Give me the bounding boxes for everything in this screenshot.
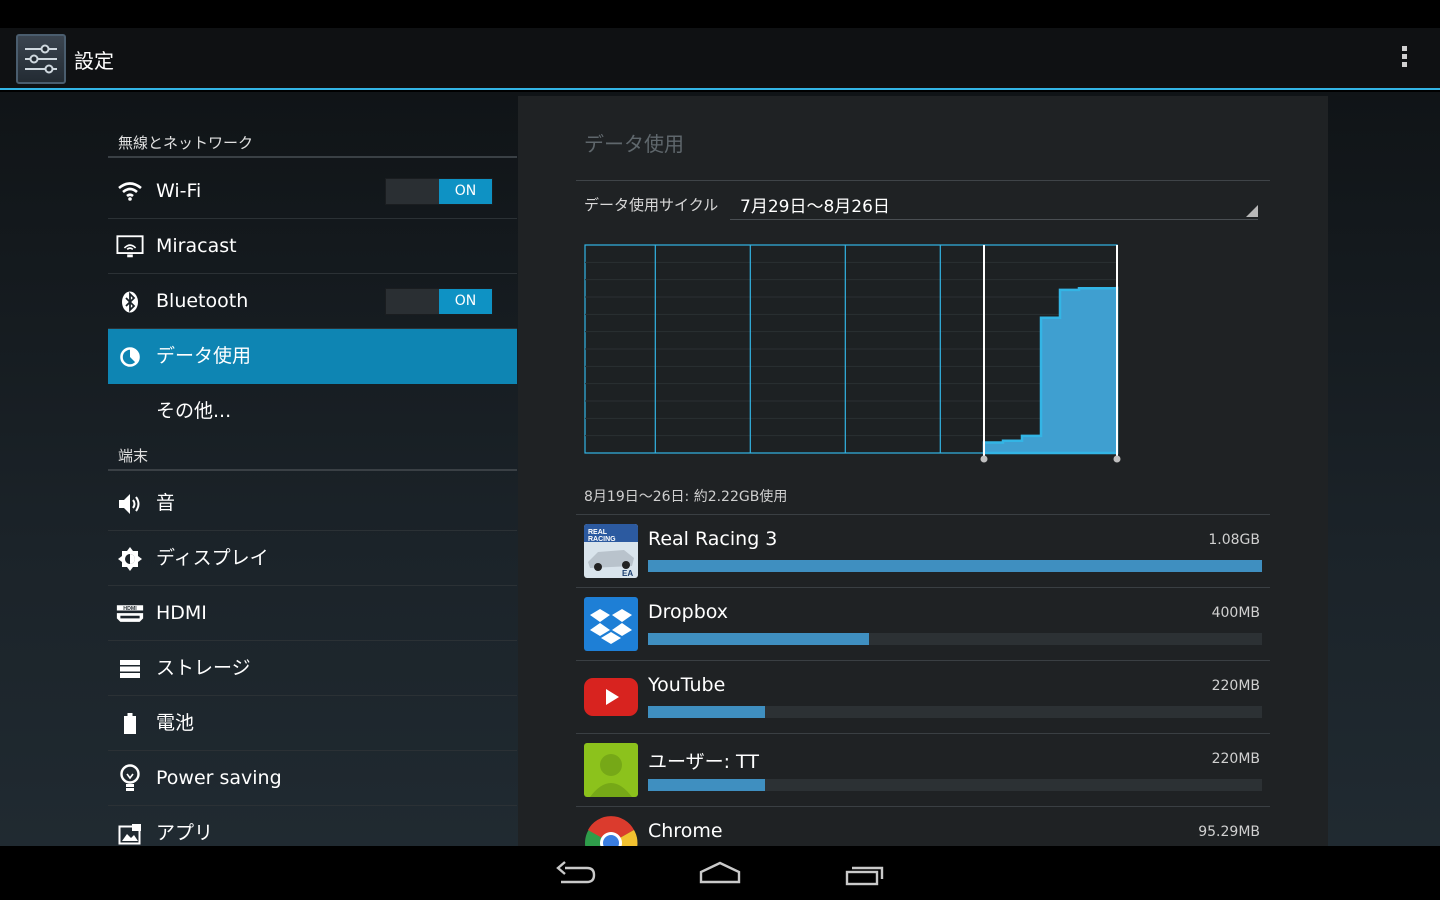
svg-text:HDMI: HDMI bbox=[123, 606, 137, 612]
home-icon[interactable] bbox=[695, 858, 745, 890]
navigation-bar bbox=[0, 846, 1440, 900]
app-title: 設定 bbox=[74, 49, 114, 73]
toggle-on-label: ON bbox=[439, 179, 492, 204]
data-usage-icon bbox=[116, 343, 144, 371]
svg-text:REAL: REAL bbox=[588, 529, 608, 536]
bluetooth-toggle[interactable]: ON bbox=[385, 288, 493, 315]
range-summary: 8月19日〜26日: 約2.22GB使用 bbox=[584, 489, 788, 505]
app-row-chrome[interactable]: Chrome 95.29MB bbox=[576, 806, 1270, 846]
miracast-icon bbox=[116, 233, 144, 261]
app-size: 220MB bbox=[1211, 751, 1260, 767]
hdmi-icon: HDMI bbox=[116, 600, 144, 628]
toggle-on-label: ON bbox=[439, 289, 492, 314]
sidebar-item-label: Power saving bbox=[156, 767, 282, 789]
usage-bar bbox=[648, 633, 1262, 645]
panel-title: データ使用 bbox=[584, 132, 684, 156]
data-usage-panel: データ使用 データ使用サイクル 7月29日〜8月26日 8月19日〜26日: 約… bbox=[518, 96, 1328, 846]
sidebar-item-storage[interactable]: ストレージ bbox=[108, 641, 517, 696]
back-icon[interactable] bbox=[551, 858, 601, 890]
sidebar-item-label: Wi-Fi bbox=[156, 180, 202, 202]
sidebar-item-bluetooth[interactable]: Bluetooth ON bbox=[108, 274, 517, 329]
app-name: Chrome bbox=[648, 820, 723, 842]
brightness-icon bbox=[116, 545, 144, 573]
usage-bar bbox=[648, 779, 1262, 791]
status-bar bbox=[0, 0, 1440, 28]
app-name: Real Racing 3 bbox=[648, 528, 778, 550]
sidebar-item-data-usage[interactable]: データ使用 bbox=[108, 329, 517, 384]
usage-chart[interactable] bbox=[584, 242, 1124, 467]
usage-bar-fill bbox=[648, 779, 765, 791]
sidebar-item-miracast[interactable]: Miracast bbox=[108, 219, 517, 274]
chrome-icon bbox=[584, 816, 638, 846]
bluetooth-icon bbox=[116, 288, 144, 316]
speaker-icon bbox=[116, 490, 144, 518]
wifi-toggle[interactable]: ON bbox=[385, 178, 493, 205]
user-icon bbox=[584, 743, 638, 797]
sidebar-item-wifi[interactable]: Wi-Fi ON bbox=[108, 164, 517, 219]
section-header-device: 端末 bbox=[108, 445, 517, 471]
range-start-handle bbox=[980, 455, 988, 463]
app-row-user[interactable]: ユーザー: TT 220MB bbox=[576, 733, 1270, 806]
app-size: 95.29MB bbox=[1198, 824, 1260, 840]
sidebar-item-display[interactable]: ディスプレイ bbox=[108, 531, 517, 586]
usage-bar bbox=[648, 560, 1262, 572]
storage-icon bbox=[116, 655, 144, 683]
cycle-label: データ使用サイクル bbox=[584, 196, 719, 214]
wifi-icon bbox=[116, 178, 144, 206]
svg-text:EA: EA bbox=[622, 569, 633, 578]
svg-text:RACING: RACING bbox=[588, 536, 616, 543]
usage-bar-fill bbox=[648, 706, 765, 718]
recent-apps-icon[interactable] bbox=[840, 858, 890, 890]
real-racing-icon: REAL RACING EA bbox=[584, 524, 638, 578]
settings-list: 無線とネットワーク Wi-Fi ON Miracast Bluetooth ON… bbox=[108, 92, 517, 846]
range-end-handle bbox=[1113, 455, 1121, 463]
sidebar-item-label: ストレージ bbox=[156, 657, 251, 679]
app-size: 220MB bbox=[1211, 678, 1260, 694]
spinner-arrow-icon bbox=[1246, 205, 1258, 217]
overflow-menu-icon[interactable] bbox=[1394, 46, 1414, 72]
sidebar-item-sound[interactable]: 音 bbox=[108, 476, 517, 531]
sidebar-item-label: 音 bbox=[156, 492, 176, 514]
usage-bar-fill bbox=[648, 560, 1262, 572]
sidebar-item-label: HDMI bbox=[156, 602, 207, 624]
section-header-wireless: 無線とネットワーク bbox=[108, 132, 517, 158]
divider bbox=[576, 180, 1270, 181]
action-bar: 設定 bbox=[0, 28, 1440, 90]
sidebar-item-label: データ使用 bbox=[156, 345, 252, 367]
sidebar-item-label: 電池 bbox=[156, 712, 195, 734]
app-name: YouTube bbox=[648, 674, 726, 696]
youtube-icon bbox=[584, 670, 638, 724]
content-area: 無線とネットワーク Wi-Fi ON Miracast Bluetooth ON… bbox=[0, 92, 1440, 846]
app-size: 1.08GB bbox=[1208, 532, 1260, 548]
dropbox-icon bbox=[584, 597, 638, 651]
usage-bar bbox=[648, 706, 1262, 718]
app-name: Dropbox bbox=[648, 601, 729, 623]
sidebar-item-label: Bluetooth bbox=[156, 290, 249, 312]
sidebar-item-apps[interactable]: アプリ bbox=[108, 806, 517, 846]
bulb-icon bbox=[116, 764, 144, 793]
sidebar-item-battery[interactable]: 電池 bbox=[108, 696, 517, 751]
usage-bar-fill bbox=[648, 633, 870, 645]
app-size: 400MB bbox=[1211, 605, 1260, 621]
sidebar-item-label: Miracast bbox=[156, 235, 237, 257]
app-row-youtube[interactable]: YouTube 220MB bbox=[576, 660, 1270, 733]
sidebar-item-label: ディスプレイ bbox=[156, 547, 269, 569]
sidebar-item-power-saving[interactable]: Power saving bbox=[108, 751, 517, 806]
app-row-real-racing[interactable]: REAL RACING EA Real Racing 3 1.08GB bbox=[576, 514, 1270, 587]
battery-icon bbox=[116, 710, 144, 738]
settings-sliders-icon[interactable] bbox=[16, 34, 66, 84]
sidebar-item-hdmi[interactable]: HDMI HDMI bbox=[108, 586, 517, 641]
cycle-value: 7月29日〜8月26日 bbox=[740, 197, 890, 217]
sidebar-item-label: アプリ bbox=[156, 822, 214, 844]
sidebar-item-label: その他... bbox=[156, 400, 232, 422]
app-name: ユーザー: TT bbox=[648, 751, 759, 773]
sidebar-item-more[interactable]: その他... bbox=[108, 384, 517, 439]
app-row-dropbox[interactable]: Dropbox 400MB bbox=[576, 587, 1270, 660]
cycle-spinner[interactable]: 7月29日〜8月26日 bbox=[730, 188, 1258, 220]
apps-icon bbox=[116, 820, 144, 846]
